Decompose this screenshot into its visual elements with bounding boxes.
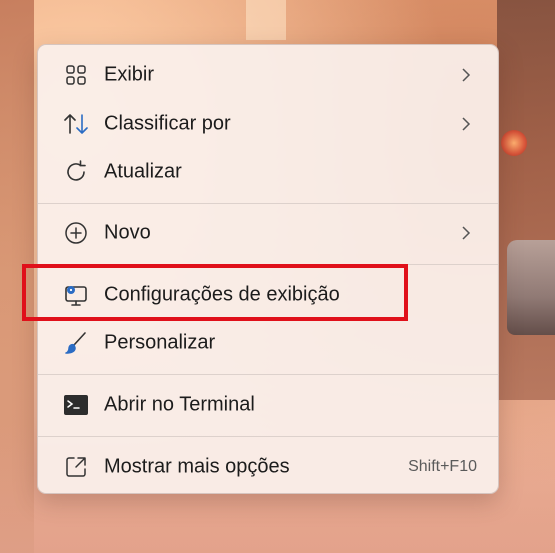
menu-item-abrir-no-terminal[interactable]: Abrir no Terminal <box>43 382 495 428</box>
plus-circle-icon <box>63 220 89 246</box>
sort-icon <box>63 111 89 137</box>
wallpaper-building-right <box>497 0 555 400</box>
display-settings-icon <box>63 282 89 308</box>
expand-icon <box>63 454 89 480</box>
brush-icon <box>63 330 89 356</box>
menu-item-label: Atualizar <box>104 160 182 183</box>
menu-item-classificar-por[interactable]: Classificar por <box>43 101 495 147</box>
chevron-right-icon <box>459 117 473 131</box>
menu-item-novo[interactable]: Novo <box>43 210 495 256</box>
menu-item-label: Personalizar <box>104 331 216 354</box>
menu-item-label: Configurações de exibição <box>104 283 340 306</box>
menu-item-label: Exibir <box>104 63 155 86</box>
chevron-right-icon <box>459 68 473 82</box>
chevron-right-icon <box>459 226 473 240</box>
menu-separator <box>38 436 498 437</box>
menu-separator <box>38 374 498 375</box>
menu-item-atualizar[interactable]: Atualizar <box>43 149 495 195</box>
terminal-icon <box>63 392 89 418</box>
refresh-icon <box>63 159 89 185</box>
menu-item-label: Novo <box>104 221 151 244</box>
menu-separator <box>38 264 498 265</box>
menu-item-exibir[interactable]: Exibir <box>43 52 495 98</box>
menu-item-configuracoes-de-exibicao[interactable]: Configurações de exibição <box>43 272 495 318</box>
wallpaper-window <box>246 0 286 40</box>
desktop-context-menu: Exibir Classificar por Atualizar Novo Co… <box>37 44 499 494</box>
menu-item-label: Abrir no Terminal <box>104 393 255 416</box>
menu-item-label: Classificar por <box>104 112 231 135</box>
wallpaper-car <box>507 240 555 335</box>
menu-item-label: Mostrar mais opções <box>104 455 290 478</box>
menu-separator <box>38 203 498 204</box>
wallpaper-lantern <box>501 130 527 156</box>
grid-icon <box>63 62 89 88</box>
menu-item-mostrar-mais-opcoes[interactable]: Mostrar mais opções Shift+F10 <box>43 444 495 490</box>
keyboard-shortcut: Shift+F10 <box>408 458 477 475</box>
menu-item-personalizar[interactable]: Personalizar <box>43 320 495 366</box>
